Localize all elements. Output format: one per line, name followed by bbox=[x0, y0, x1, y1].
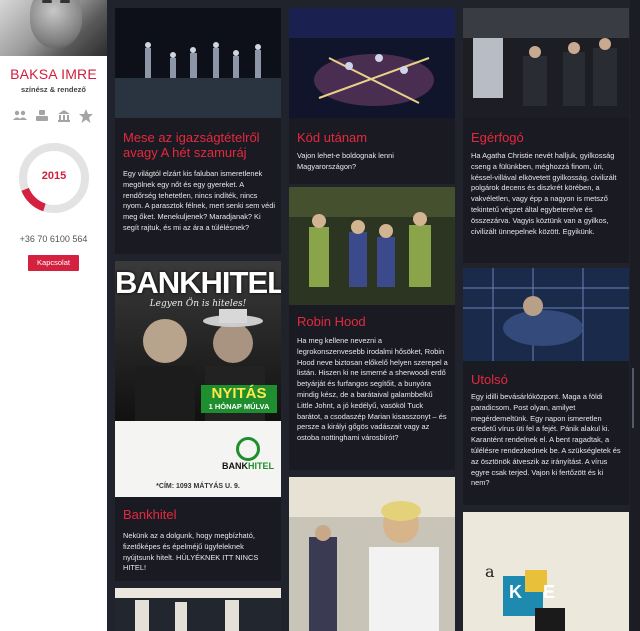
phone-number[interactable]: +36 70 6100 564 bbox=[0, 234, 107, 244]
card-robin[interactable]: Robin Hood Ha meg kellene nevezni a legr… bbox=[289, 187, 455, 470]
card-kod[interactable]: Köd utánam Vajon lehet-e boldognak lenni… bbox=[289, 8, 455, 184]
poster-opening-sub: 1 HÓNAP MÚLVA bbox=[208, 402, 270, 411]
next-stage-photo[interactable] bbox=[115, 588, 281, 631]
kod-title[interactable]: Köd utánam bbox=[297, 130, 447, 145]
left-eye bbox=[42, 0, 52, 3]
audience-icon[interactable] bbox=[34, 108, 50, 124]
robin-text: Ha meg kellene nevezni a legrokonszenves… bbox=[297, 336, 448, 443]
mese-title[interactable]: Mese az igazságtételről avagy A hét szam… bbox=[123, 130, 273, 160]
bankhitel-poster[interactable]: BANKHITEL Legyen Ön is hiteles! NYITÁS 1… bbox=[115, 261, 281, 497]
scrollbar-thumb[interactable] bbox=[632, 368, 634, 428]
eger-stage-photo[interactable] bbox=[463, 8, 629, 118]
kod-text: Vajon lehet-e boldognak lenni Magyarorsz… bbox=[297, 151, 394, 171]
sidebar: BAKSA IMRE színész & rendező 2015 +36 70… bbox=[0, 0, 107, 631]
kod-stage-photo[interactable] bbox=[289, 8, 455, 118]
bankhitel-text: Nekünk az a dolgunk, hogy megbízható, fi… bbox=[123, 531, 259, 573]
contact-button[interactable]: Kapcsolat bbox=[28, 255, 79, 271]
poster-opening-box: NYITÁS 1 HÓNAP MÚLVA bbox=[201, 385, 277, 413]
poster-brand: BANKHITEL bbox=[115, 265, 281, 300]
book-block-black bbox=[535, 608, 565, 631]
card-book[interactable]: a K E bbox=[463, 512, 629, 631]
card-col1-next[interactable] bbox=[115, 588, 281, 631]
scrollbar-track[interactable] bbox=[630, 0, 640, 631]
poster-slogan: Legyen Ön is hiteles! bbox=[149, 299, 247, 309]
face-shape bbox=[30, 0, 82, 48]
robin-stage-photo[interactable] bbox=[289, 187, 455, 305]
card-bankhitel[interactable]: BANKHITEL Legyen Ön is hiteles! NYITÁS 1… bbox=[115, 261, 281, 581]
card-eger[interactable]: Egérfogó Ha Agatha Christie nevét hallju… bbox=[463, 8, 629, 263]
book-letters: K E bbox=[509, 582, 564, 602]
utolso-title[interactable]: Utolsó bbox=[471, 372, 621, 387]
people-icon[interactable] bbox=[12, 108, 28, 124]
mese-stage-photo[interactable] bbox=[115, 8, 281, 118]
card-mese[interactable]: Mese az igazságtételről avagy A hét szam… bbox=[115, 8, 281, 254]
bankhitel-title[interactable]: Bankhitel bbox=[123, 507, 273, 522]
profile-name: BAKSA IMRE bbox=[10, 66, 97, 82]
poster-address: *CÍM: 1093 MÁTYÁS U. 9. bbox=[156, 483, 240, 490]
bank-icon[interactable] bbox=[56, 108, 72, 124]
right-eye bbox=[60, 0, 70, 3]
eger-text: Ha Agatha Christie nevét halljuk, gyilko… bbox=[471, 151, 617, 236]
bank-logo-icon bbox=[236, 437, 260, 461]
eger-title[interactable]: Egérfogó bbox=[471, 130, 621, 145]
card-col2-next[interactable] bbox=[289, 477, 455, 631]
book-letter-a: a bbox=[485, 562, 495, 581]
robin-title[interactable]: Robin Hood bbox=[297, 314, 447, 329]
utolso-stage-photo[interactable] bbox=[463, 268, 629, 361]
mese-text: Egy világtól elzárt kis faluban ismeretl… bbox=[123, 169, 275, 232]
poster-opening: NYITÁS bbox=[211, 385, 267, 402]
poster-logo: BANKHITEL bbox=[219, 437, 277, 477]
profile-photo bbox=[0, 0, 107, 56]
profile-role: színész & rendező bbox=[20, 85, 87, 94]
gauge-year: 2015 bbox=[41, 170, 67, 182]
utolso-text: Egy idilli bevásárlóközpont. Maga a föld… bbox=[471, 392, 621, 488]
card-utolso[interactable]: Utolsó Egy idilli bevásárlóközpont. Maga… bbox=[463, 268, 629, 505]
profile-icon-row bbox=[12, 108, 96, 124]
col2-next-photo[interactable] bbox=[289, 477, 455, 631]
star-icon[interactable] bbox=[78, 108, 94, 124]
